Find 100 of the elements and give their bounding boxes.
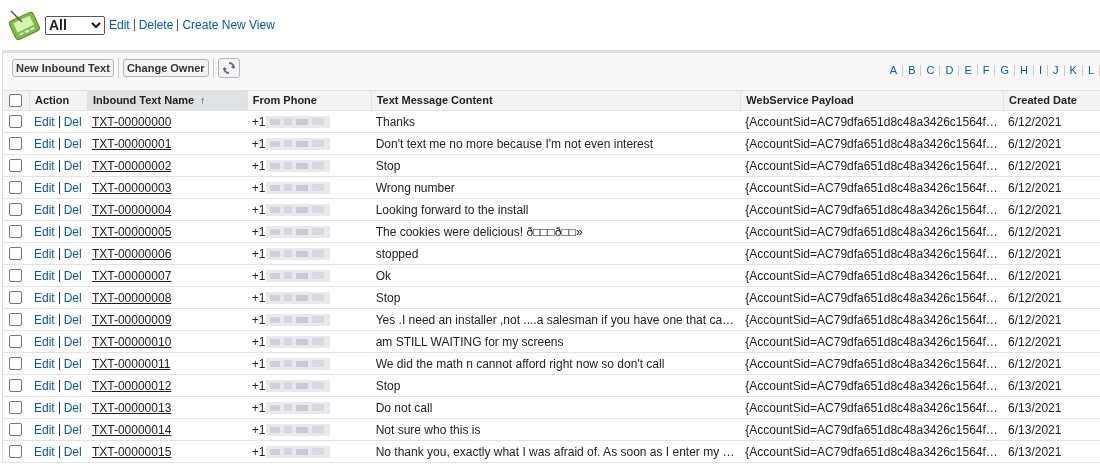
row-delete-link[interactable]: Del xyxy=(63,288,82,307)
record-link[interactable]: TXT-00000004 xyxy=(91,202,172,217)
table-cell-text: +1 xyxy=(251,179,266,197)
checkbox[interactable] xyxy=(9,181,23,194)
checkbox[interactable] xyxy=(9,115,23,128)
record-link[interactable]: TXT-00000002 xyxy=(91,158,172,173)
table-cell-text: +1 xyxy=(251,443,266,461)
edit-view-link[interactable]: Edit xyxy=(109,16,130,34)
row-delete-link[interactable]: Del xyxy=(63,222,82,241)
alphabet-filter[interactable]: A xyxy=(889,62,898,79)
row-delete-link[interactable]: Del xyxy=(63,134,82,153)
row-edit-link[interactable]: Edit xyxy=(33,332,55,351)
row-delete-link[interactable]: Del xyxy=(63,200,82,219)
row-edit-link[interactable]: Edit xyxy=(33,442,55,461)
row-edit-link[interactable]: Edit xyxy=(33,288,55,307)
alphabet-filter[interactable]: K xyxy=(1069,62,1077,79)
checkbox[interactable] xyxy=(9,445,23,458)
row-delete-link[interactable]: Del xyxy=(63,442,82,461)
record-link[interactable]: TXT-00000015 xyxy=(91,444,172,459)
record-link[interactable]: TXT-00000009 xyxy=(91,312,172,327)
checkbox[interactable] xyxy=(9,401,23,414)
record-link[interactable]: TXT-00000000 xyxy=(91,114,172,129)
toolbar-button[interactable]: Change Owner xyxy=(122,59,209,77)
record-link[interactable]: TXT-00000013 xyxy=(91,400,172,415)
alphabet-filter[interactable]: B xyxy=(908,62,916,79)
row-edit-link[interactable]: Edit xyxy=(33,266,55,285)
row-edit-link[interactable]: Edit xyxy=(33,134,55,153)
alphabet-filter[interactable]: C xyxy=(926,62,935,79)
alphabet-filter[interactable]: F xyxy=(982,62,990,79)
checkbox[interactable] xyxy=(9,247,23,260)
record-link[interactable]: TXT-00000003 xyxy=(91,180,172,195)
record-link[interactable]: TXT-00000007 xyxy=(91,268,172,283)
row-delete-link[interactable]: Del xyxy=(63,376,82,395)
row-edit-link[interactable]: Edit xyxy=(33,398,55,417)
row-delete-link[interactable]: Del xyxy=(63,156,82,175)
table-cell: Stop xyxy=(375,158,401,173)
row-edit-link[interactable]: Edit xyxy=(33,156,55,175)
record-link[interactable]: TXT-00000005 xyxy=(91,224,172,239)
row-edit-link[interactable]: Edit xyxy=(33,200,55,219)
record-link[interactable]: TXT-00000012 xyxy=(91,378,172,393)
table-cell: {AccountSid=AC79dfa651d8c48a3426c1564f… xyxy=(745,400,998,415)
row-edit-link[interactable]: Edit xyxy=(33,222,55,241)
row-delete-link[interactable]: Del xyxy=(63,354,82,373)
table-cell: {AccountSid=AC79dfa651d8c48a3426c1564f… xyxy=(745,290,998,305)
record-link[interactable]: TXT-00000001 xyxy=(91,136,172,151)
row-edit-link[interactable]: Edit xyxy=(33,310,55,329)
delete-view-link[interactable]: Delete xyxy=(138,16,174,34)
column-header[interactable]: Action xyxy=(28,91,87,110)
row-edit-link[interactable]: Edit xyxy=(33,354,55,373)
row-edit-link[interactable]: Edit xyxy=(33,244,55,263)
table-cell: The cookies were delicious! ð□□□ð□□» xyxy=(375,224,583,239)
column-header[interactable]: From Phone xyxy=(246,91,371,110)
checkbox[interactable] xyxy=(9,225,23,238)
column-header[interactable]: Text Message Content xyxy=(370,91,741,110)
record-link[interactable]: TXT-00000014 xyxy=(91,422,172,437)
row-delete-link[interactable]: Del xyxy=(63,398,82,417)
row-delete-link[interactable]: Del xyxy=(63,332,82,351)
row-edit-link[interactable]: Edit xyxy=(33,420,55,439)
row-delete-link[interactable]: Del xyxy=(63,244,82,263)
table-cell-text: +1 xyxy=(251,399,266,417)
row-delete-link[interactable]: Del xyxy=(63,178,82,197)
alphabet-filter[interactable]: J xyxy=(1053,62,1059,79)
table-cell: {AccountSid=AC79dfa651d8c48a3426c1564f… xyxy=(745,356,998,371)
record-link[interactable]: TXT-00000010 xyxy=(91,334,172,349)
checkbox[interactable] xyxy=(9,94,23,107)
checkbox[interactable] xyxy=(9,335,23,348)
alphabet-filter[interactable]: E xyxy=(964,62,972,79)
new-view-link[interactable]: Create New View xyxy=(182,16,275,34)
checkbox[interactable] xyxy=(9,203,23,216)
checkbox[interactable] xyxy=(9,137,23,150)
row-delete-link[interactable]: Del xyxy=(63,112,82,131)
row-edit-link[interactable]: Edit xyxy=(33,178,55,197)
alphabet-filter[interactable]: H xyxy=(1020,62,1028,79)
alphabet-filter[interactable]: L xyxy=(1087,62,1094,79)
alphabet-filter[interactable]: G xyxy=(1000,62,1009,79)
row-delete-link[interactable]: Del xyxy=(63,420,82,439)
record-link[interactable]: TXT-00000006 xyxy=(91,246,172,261)
row-edit-link[interactable]: Edit xyxy=(33,376,55,395)
checkbox[interactable] xyxy=(9,313,23,326)
table-cell: Stop xyxy=(375,378,401,393)
record-link[interactable]: TXT-00000011 xyxy=(91,356,171,371)
view-select[interactable]: All xyxy=(45,15,105,35)
row-edit-link[interactable]: Edit xyxy=(33,112,55,131)
checkbox[interactable] xyxy=(9,357,23,370)
row-delete-link[interactable]: Del xyxy=(63,310,82,329)
toolbar-button[interactable]: New Inbound Text xyxy=(12,59,114,77)
alphabet-filter[interactable]: I xyxy=(1038,62,1043,79)
checkbox[interactable] xyxy=(9,379,23,392)
checkbox[interactable] xyxy=(9,159,23,172)
column-header[interactable]: Created Date xyxy=(1003,91,1100,110)
checkbox[interactable] xyxy=(9,269,23,282)
column-header[interactable]: Inbound Text Name ↑ xyxy=(86,91,247,110)
checkbox[interactable] xyxy=(9,423,23,436)
record-link[interactable]: TXT-00000008 xyxy=(91,290,172,305)
alphabet-filter[interactable]: D xyxy=(945,62,954,79)
checkbox[interactable] xyxy=(9,291,23,304)
row-delete-link[interactable]: Del xyxy=(63,266,82,285)
column-header[interactable]: WebService Payload xyxy=(740,91,1004,110)
refresh-button[interactable] xyxy=(217,58,240,78)
table-cell: Thanks xyxy=(375,114,416,129)
